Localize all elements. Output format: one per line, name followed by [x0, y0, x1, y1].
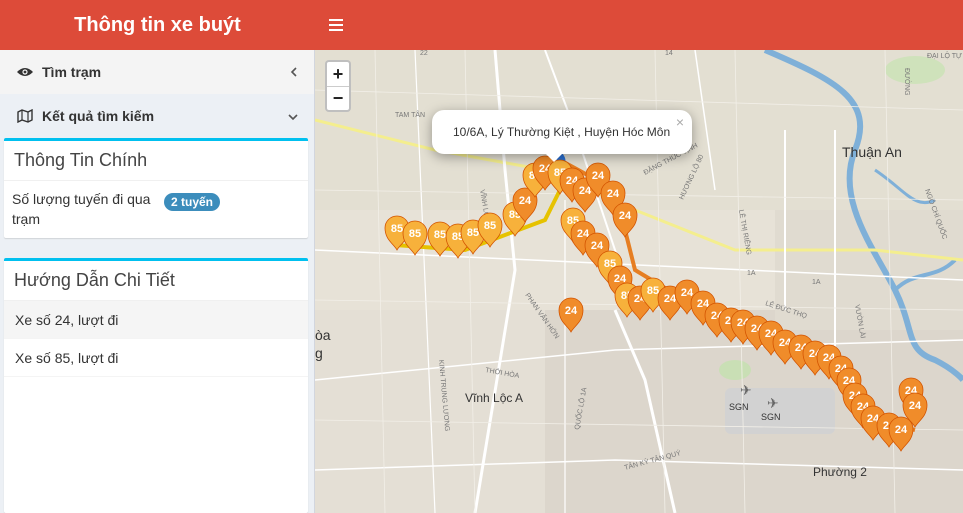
road-label: 1A [812, 279, 821, 286]
chevron-left-icon [290, 65, 298, 80]
main-info-box: Thông Tin Chính Số lượng tuyến đi qua tr… [4, 138, 308, 238]
bars-icon[interactable] [320, 0, 352, 50]
app-title[interactable]: Thông tin xe buýt [0, 0, 315, 50]
road-label: TAM TÂN [395, 110, 425, 119]
menu-search-results-label: Kết quả tìm kiếm [42, 108, 155, 124]
popup-tip [544, 152, 564, 162]
route-item-85[interactable]: Xe số 85, lượt đi [4, 339, 308, 377]
airplane-icon-1: ✈ [740, 382, 752, 398]
routes-count-badge: 2 tuyến [164, 193, 221, 211]
details-title: Hướng Dẫn Chi Tiết [4, 261, 308, 301]
routes-count-label: Số lượng tuyến đi qua trạm [12, 191, 151, 227]
road-label: ĐƯỜNG [903, 68, 912, 96]
menu-search-results[interactable]: Kết quả tìm kiếm [0, 94, 314, 138]
sidebar: Tìm trạm Kết quả tìm kiếm Thông Tin Chín… [0, 50, 315, 513]
bus-stop-route-number: 24 [565, 305, 578, 317]
top-header: Thông tin xe buýt [0, 0, 963, 50]
main-info-body: Số lượng tuyến đi qua trạm 2 tuyến [4, 181, 308, 238]
menu-find-station-label: Tìm trạm [42, 64, 102, 80]
place-thuan-an: Thuận An [842, 144, 902, 160]
bus-stop-route-number: 85 [391, 223, 403, 235]
bus-stop-route-number: 85 [409, 228, 421, 240]
bus-stop-route-number: 85 [647, 285, 659, 297]
road-label: 1A [747, 270, 756, 277]
zoom-in-button[interactable]: + [327, 62, 349, 86]
zoom-out-button[interactable]: − [327, 86, 349, 110]
bus-stop-route-number: 24 [591, 240, 604, 252]
place-partial-1: òa [315, 327, 331, 343]
route-item-24[interactable]: Xe số 24, lượt đi [4, 301, 308, 339]
popup-close-icon[interactable]: × [676, 114, 684, 130]
eye-icon [16, 67, 34, 77]
bus-stop-route-number: 24 [619, 210, 632, 222]
bus-stop-route-number: 24 [592, 170, 605, 182]
main-info-title: Thông Tin Chính [4, 141, 308, 181]
bus-stop-route-number: 85 [434, 229, 446, 241]
bus-stop-route-number: 24 [607, 188, 620, 200]
chevron-down-icon [288, 109, 298, 124]
bus-stop-route-number: 85 [484, 220, 496, 232]
place-phuong-2: Phường 2 [813, 465, 867, 479]
bus-stop-route-number: 24 [909, 400, 922, 412]
road-label: 22 [420, 50, 428, 57]
bus-stop-route-number: 24 [895, 424, 908, 436]
place-sgn-2: SGN [761, 412, 781, 422]
map-icon [16, 109, 34, 123]
popup-address: 10/6A, Lý Thường Kiệt , Huyện Hóc Môn [453, 125, 671, 139]
address-popup: 10/6A, Lý Thường Kiệt , Huyện Hóc Môn × [432, 110, 692, 162]
place-vinh-loc-a: Vĩnh Lộc A [465, 391, 523, 405]
map-view[interactable]: Thuận An Vĩnh Lộc A Phường 2 SGN SGN òa … [315, 50, 963, 513]
road-label: 14 [665, 50, 673, 57]
road-label: ĐẠI LỘ TỰ DO [927, 51, 963, 60]
details-box: Hướng Dẫn Chi Tiết Xe số 24, lượt đi Xe … [4, 258, 308, 513]
menu-find-station[interactable]: Tìm trạm [0, 50, 314, 94]
zoom-control: + − [325, 60, 351, 112]
place-sgn-1: SGN [729, 402, 749, 412]
place-partial-2: g [315, 345, 323, 361]
bus-stop-route-number: 24 [519, 195, 532, 207]
airplane-icon-2: ✈ [767, 395, 779, 411]
bus-stop-route-number: 85 [467, 227, 479, 239]
